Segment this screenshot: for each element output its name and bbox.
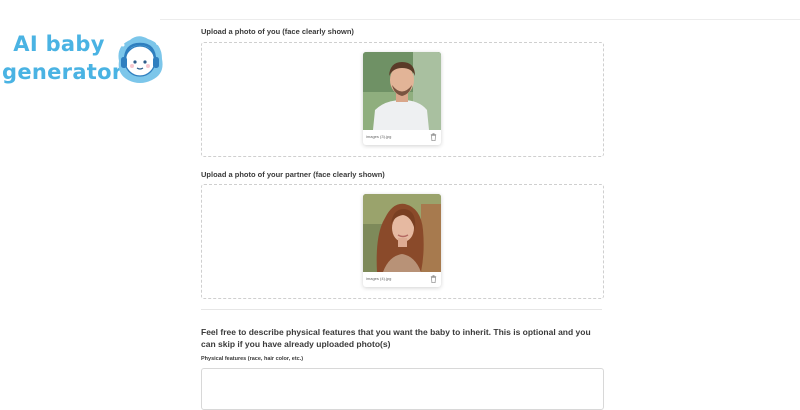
upload-you-label: Upload a photo of you (face clearly show… bbox=[201, 27, 354, 36]
upload-partner-file-name: images (4).jpg bbox=[366, 276, 392, 281]
logo[interactable]: AI baby generator bbox=[2, 30, 167, 90]
trash-icon[interactable] bbox=[430, 133, 437, 141]
trash-icon[interactable] bbox=[430, 275, 437, 283]
logo-line-2: generator bbox=[2, 60, 123, 84]
header-divider bbox=[160, 19, 800, 20]
upload-you-photo bbox=[363, 52, 441, 130]
upload-you-dropzone[interactable]: images (3).jpg bbox=[201, 42, 604, 157]
baby-headphones-icon bbox=[118, 36, 163, 83]
upload-you-file-name: images (3).jpg bbox=[366, 134, 392, 139]
physical-features-input[interactable] bbox=[201, 368, 604, 410]
upload-partner-label: Upload a photo of your partner (face cle… bbox=[201, 170, 385, 179]
upload-partner-photo bbox=[363, 194, 441, 272]
section-divider bbox=[201, 309, 602, 310]
logo-text: AI baby generator bbox=[2, 30, 123, 86]
upload-partner-dropzone[interactable]: images (4).jpg bbox=[201, 184, 604, 299]
physical-features-label: Physical features (race, hair color, etc… bbox=[201, 356, 304, 362]
upload-you-preview-card: images (3).jpg bbox=[363, 52, 441, 145]
features-description: Feel free to describe physical features … bbox=[201, 327, 591, 349]
logo-line-1: AI baby bbox=[13, 32, 105, 56]
upload-partner-preview-card: images (4).jpg bbox=[363, 194, 441, 287]
